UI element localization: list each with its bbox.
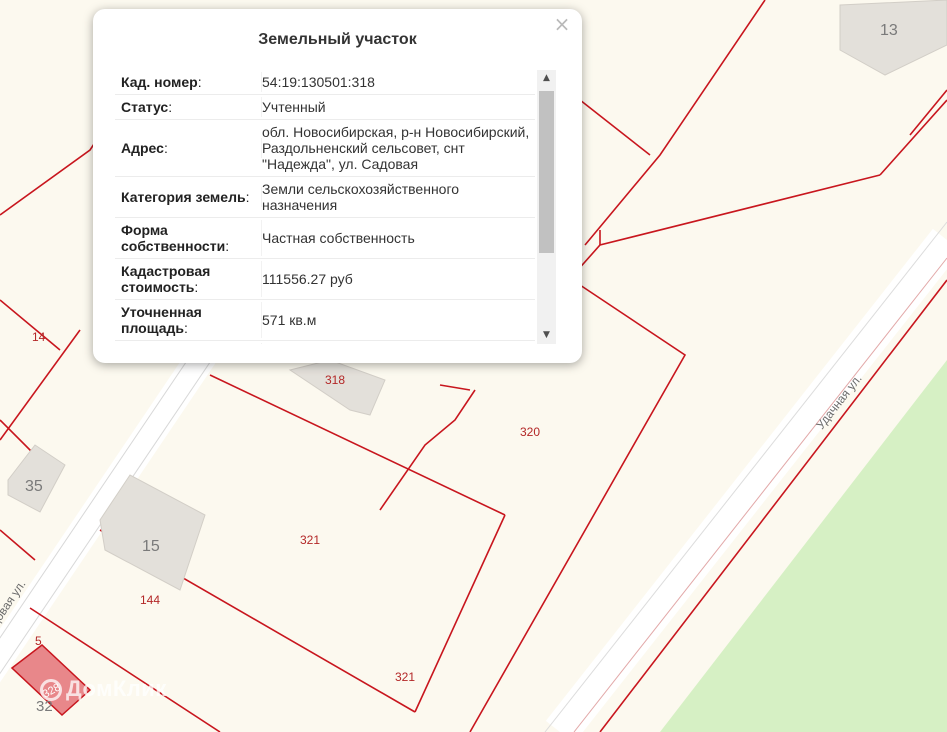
info-row-area: Уточненная площадь: 571 кв.м — [115, 300, 535, 341]
info-key: Категория земель: — [115, 187, 262, 207]
info-row-status: Статус: Учтенный — [115, 95, 535, 120]
info-key-text: Форма собственности — [121, 222, 226, 254]
close-icon[interactable]: × — [552, 14, 572, 34]
info-key: Кад. номер: — [115, 72, 262, 92]
info-value: обл. Новосибирская, р-н Новосибирский, Р… — [262, 124, 530, 172]
plot-label-144: 144 — [140, 593, 160, 607]
plot-label-321: 321 — [300, 533, 320, 547]
popup-scrollbar[interactable]: ▲ ▼ — [537, 70, 556, 344]
info-key-text: Кад. номер — [121, 74, 198, 90]
land-plot-popup: Земельный участок × Кад. номер: 54:19:13… — [93, 9, 582, 363]
info-key: Разрешенное — [115, 343, 262, 344]
plot-label-14: 14 — [32, 330, 46, 344]
info-value: Частная собственность — [262, 230, 415, 246]
info-key: Статус: — [115, 97, 262, 117]
plot-label-320: 320 — [520, 425, 540, 439]
info-value: 54:19:130501:318 — [262, 74, 375, 90]
building-318 — [288, 359, 386, 416]
scroll-thumb[interactable] — [539, 91, 554, 253]
plot-label-321: 321 — [395, 670, 415, 684]
info-value: Земли сельскохозяйственного назначения — [262, 181, 460, 213]
building-number-35: 35 — [25, 478, 43, 495]
building-number-13: 13 — [880, 22, 898, 39]
info-key: Кадастровая стоимость: — [115, 261, 262, 297]
info-row-cadastral-number: Кад. номер: 54:19:130501:318 — [115, 70, 535, 95]
scroll-down-arrow-icon[interactable]: ▼ — [537, 327, 556, 344]
domclick-logo-icon — [40, 679, 62, 702]
info-row-address: Адрес: обл. Новосибирская, р-н Новосибир… — [115, 120, 535, 177]
info-key-text: Категория земель — [121, 189, 246, 205]
info-key-text: Статус — [121, 99, 169, 115]
scroll-up-arrow-icon[interactable]: ▲ — [537, 70, 556, 87]
info-key: Уточненная площадь: — [115, 302, 262, 338]
info-value: 111556.27 руб — [262, 271, 353, 287]
info-row-land-category: Категория земель: Земли сельскохозяйстве… — [115, 177, 535, 218]
info-row-ownership: Форма собственности: Частная собственнос… — [115, 218, 535, 259]
info-key: Форма собственности: — [115, 220, 262, 256]
info-key-text: Уточненная площадь — [121, 304, 202, 336]
info-row-permitted-use: Разрешенное — [115, 341, 535, 344]
plot-label-318: 318 — [325, 373, 345, 387]
popup-title: Земельный участок — [258, 31, 417, 48]
building-number-15: 15 — [142, 538, 160, 555]
watermark-text: ДомКлик — [66, 676, 167, 701]
info-row-cadastral-value: Кадастровая стоимость: 111556.27 руб — [115, 259, 535, 300]
info-value: 571 кв.м — [262, 312, 317, 328]
info-key-text: Адрес — [121, 140, 164, 156]
plot-label-5: 5 — [35, 634, 42, 648]
domclick-watermark: ДомКлик — [40, 676, 167, 702]
popup-info-table[interactable]: Кад. номер: 54:19:130501:318 Статус: Учт… — [115, 70, 535, 344]
info-key: Адрес: — [115, 138, 262, 158]
info-value: Учтенный — [262, 99, 326, 115]
